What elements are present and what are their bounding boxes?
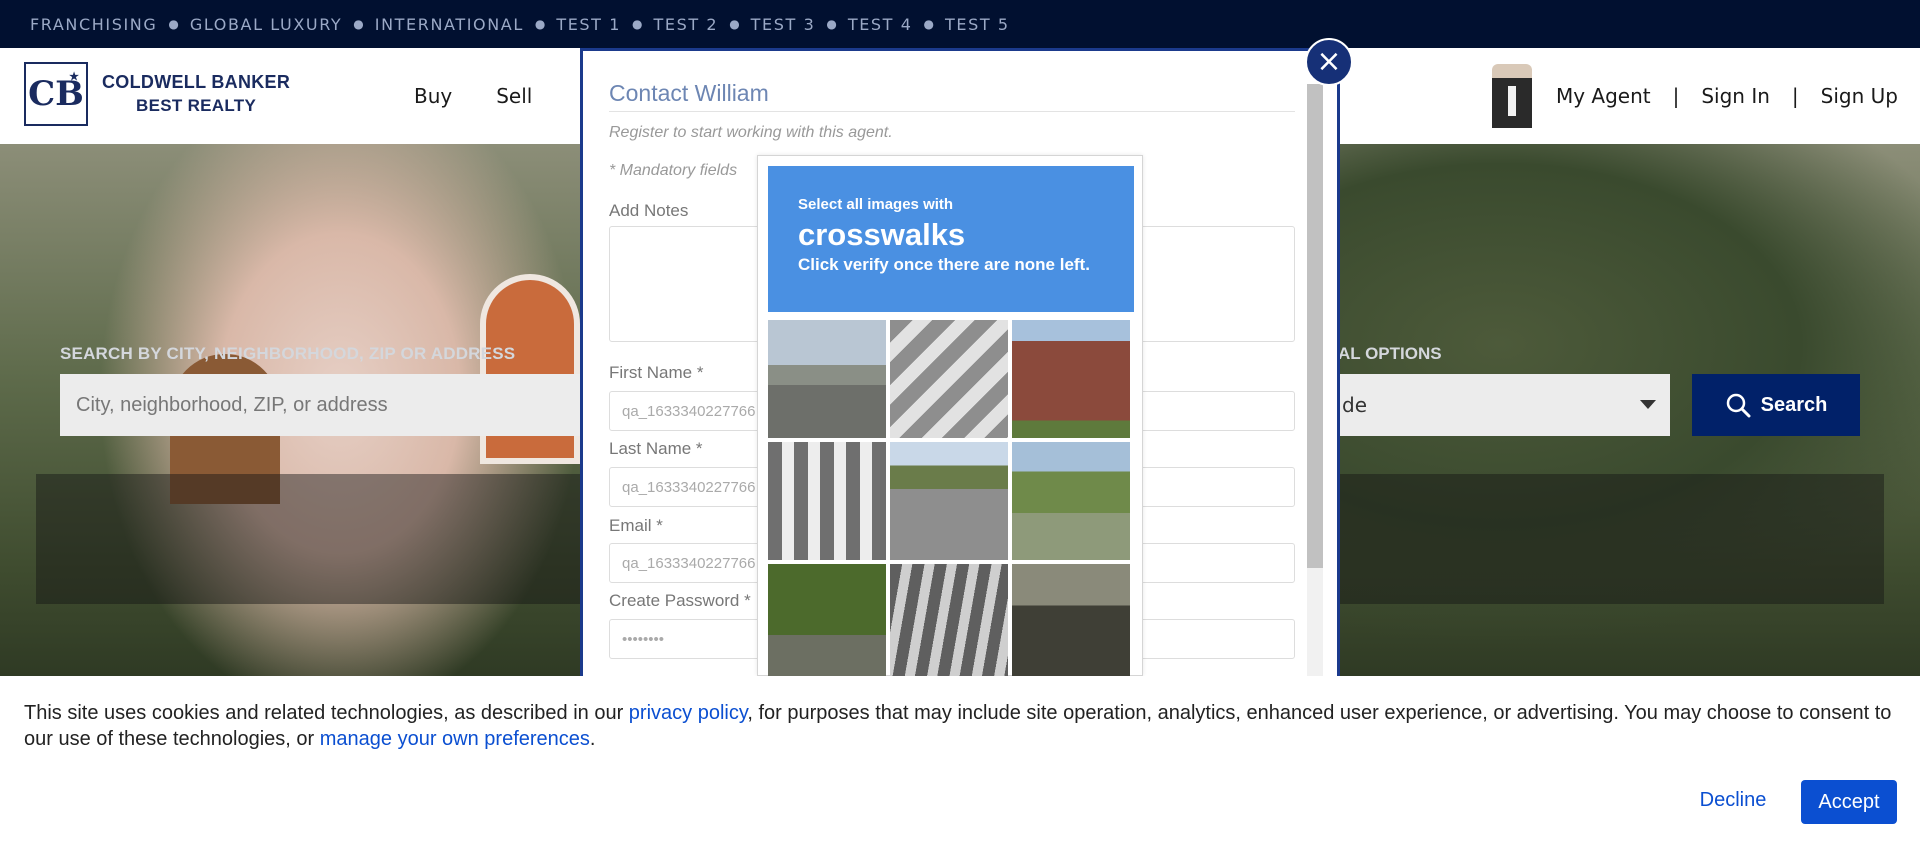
separator-dot: ● bbox=[534, 17, 546, 31]
modal-title: Contact William bbox=[609, 80, 769, 106]
email-value: qa_1633340227766 bbox=[622, 554, 756, 572]
captcha-tile-8[interactable] bbox=[890, 564, 1008, 682]
email-label: Email * bbox=[609, 516, 663, 535]
modal-divider bbox=[609, 111, 1295, 112]
captcha-hint: Click verify once there are none left. bbox=[798, 255, 1090, 274]
cookie-text-3: . bbox=[589, 728, 596, 750]
nav-buy[interactable]: Buy bbox=[414, 84, 452, 108]
accept-button[interactable]: Accept bbox=[1801, 780, 1897, 824]
topbar-link-test-2[interactable]: TEST 2 bbox=[654, 15, 719, 34]
captcha-target: crosswalks bbox=[798, 217, 966, 252]
cookie-text-1: This site uses cookies and related techn… bbox=[24, 702, 629, 724]
captcha-challenge: Select all images with crosswalks Click … bbox=[757, 155, 1143, 682]
captcha-tile-2[interactable] bbox=[890, 320, 1008, 438]
password-label: Create Password * bbox=[609, 591, 751, 610]
privacy-policy-link[interactable]: privacy policy bbox=[629, 702, 748, 724]
captcha-prompt: Select all images with crosswalks Click … bbox=[768, 166, 1134, 312]
first-name-value: qa_1633340227766 bbox=[622, 402, 756, 420]
notes-label: Add Notes bbox=[609, 201, 689, 220]
main-nav: Buy Sell bbox=[414, 84, 532, 108]
topbar-link-test-1[interactable]: TEST 1 bbox=[556, 15, 621, 34]
modal-close-button[interactable]: × bbox=[1305, 38, 1353, 86]
cookie-message: This site uses cookies and related techn… bbox=[24, 700, 1894, 752]
captcha-tile-7[interactable] bbox=[768, 564, 886, 682]
sign-in-link[interactable]: Sign In bbox=[1701, 84, 1770, 108]
cookie-banner: This site uses cookies and related techn… bbox=[0, 676, 1920, 846]
topbar-link-test-5[interactable]: TEST 5 bbox=[945, 15, 1010, 34]
separator-dot: ● bbox=[168, 17, 179, 31]
search-button-label: Search bbox=[1760, 393, 1828, 416]
captcha-tile-4[interactable] bbox=[768, 442, 886, 560]
topbar-link-franchising[interactable]: FRANCHISING bbox=[30, 15, 157, 34]
captcha-tile-5[interactable] bbox=[890, 442, 1008, 560]
agent-avatar[interactable] bbox=[1491, 64, 1532, 128]
top-utility-bar: FRANCHISING ● GLOBAL LUXURY ● INTERNATIO… bbox=[0, 0, 1920, 48]
decline-button[interactable]: Decline bbox=[1678, 780, 1788, 820]
captcha-instruction: Select all images with bbox=[798, 196, 954, 213]
nav-divider: | bbox=[1672, 84, 1680, 108]
options-select-value: de bbox=[1342, 393, 1367, 417]
captcha-tile-6[interactable] bbox=[1012, 442, 1130, 560]
manage-preferences-link[interactable]: manage your own preferences bbox=[320, 728, 590, 750]
separator-dot: ● bbox=[923, 17, 935, 31]
modal-subtitle: Register to start working with this agen… bbox=[609, 124, 893, 141]
captcha-tile-1[interactable] bbox=[768, 320, 886, 438]
search-label: SEARCH BY CITY, NEIGHBORHOOD, ZIP OR ADD… bbox=[60, 344, 516, 363]
last-name-label: Last Name * bbox=[609, 439, 703, 458]
star-icon: ★ bbox=[69, 70, 79, 83]
sign-up-link[interactable]: Sign Up bbox=[1821, 84, 1898, 108]
search-button[interactable]: Search bbox=[1692, 374, 1860, 436]
topbar-link-test-4[interactable]: TEST 4 bbox=[848, 15, 913, 34]
last-name-value: qa_1633340227766 bbox=[622, 478, 756, 496]
logo-line-2: BEST REALTY bbox=[136, 96, 257, 115]
mandatory-note: * Mandatory fields bbox=[609, 162, 738, 179]
chevron-down-icon bbox=[1640, 400, 1656, 409]
modal-scrollbar[interactable] bbox=[1307, 84, 1323, 679]
password-value: •••••••• bbox=[622, 630, 665, 648]
separator-dot: ● bbox=[729, 17, 740, 31]
captcha-tile-3[interactable] bbox=[1012, 320, 1130, 438]
logo-line-1: COLDWELL BANKER bbox=[102, 72, 291, 92]
separator-dot: ● bbox=[826, 17, 837, 31]
logo-wordmark: COLDWELL BANKER BEST REALTY bbox=[102, 70, 290, 118]
topbar-link-international[interactable]: INTERNATIONAL bbox=[375, 15, 524, 34]
account-nav: My Agent | Sign In | Sign Up bbox=[1491, 64, 1898, 128]
captcha-tile-9[interactable] bbox=[1012, 564, 1130, 682]
logo-mark-icon: CB ★ bbox=[24, 62, 88, 126]
options-label: AL OPTIONS bbox=[1338, 344, 1442, 363]
topbar-link-test-3[interactable]: TEST 3 bbox=[751, 15, 816, 34]
first-name-label: First Name * bbox=[609, 363, 704, 382]
search-icon bbox=[1726, 393, 1751, 418]
scrollbar-thumb[interactable] bbox=[1307, 84, 1323, 568]
options-select[interactable]: de bbox=[1330, 374, 1670, 436]
nav-sell[interactable]: Sell bbox=[496, 84, 532, 108]
brand-logo[interactable]: CB ★ COLDWELL BANKER BEST REALTY bbox=[24, 62, 290, 126]
close-icon: × bbox=[1316, 44, 1342, 79]
separator-dot: ● bbox=[353, 17, 364, 31]
separator-dot: ● bbox=[632, 17, 643, 31]
location-search-input[interactable] bbox=[60, 374, 620, 436]
topbar-link-global-luxury[interactable]: GLOBAL LUXURY bbox=[190, 15, 342, 34]
my-agent-link[interactable]: My Agent bbox=[1556, 84, 1651, 108]
nav-divider: | bbox=[1791, 84, 1799, 108]
